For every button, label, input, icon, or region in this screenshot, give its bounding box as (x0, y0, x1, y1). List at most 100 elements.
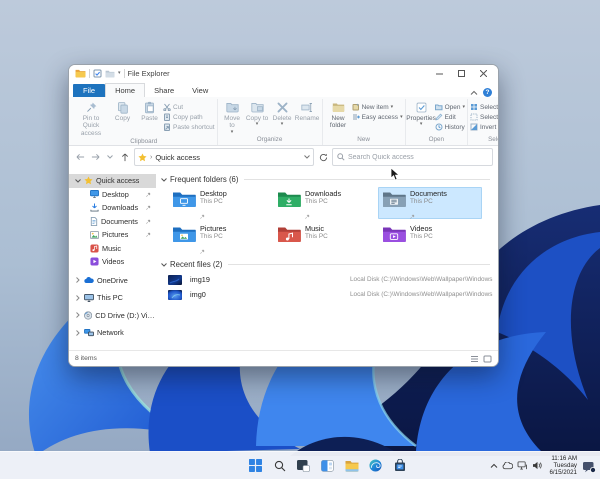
open-button[interactable]: Open ▾ (434, 102, 465, 112)
group-label-clipboard: Clipboard (130, 137, 158, 145)
taskbar-search-button[interactable] (271, 457, 288, 474)
chevron-expanded-icon[interactable] (74, 178, 81, 183)
copy-button[interactable]: Copy (109, 99, 136, 122)
tab-file[interactable]: File (73, 84, 106, 97)
pin-to-quick-access-button[interactable]: Pin to Quick access (73, 99, 109, 137)
window-controls (428, 66, 494, 81)
new-folder-button[interactable]: New folder (325, 99, 352, 130)
sidebar-item-cd-drive[interactable]: CD Drive (D:) Virtual (69, 309, 156, 323)
sidebar-item-downloads[interactable]: Downloads (69, 201, 156, 215)
file-row-img19[interactable]: img19 Local Disk (C:)\Windows\Web\Wallpa… (168, 272, 492, 287)
ribbon-group-organize: Move to ▾ Copy to ▾ Delete ▾ Rename Orga… (218, 99, 323, 145)
paste-button[interactable]: Paste (136, 99, 163, 122)
folder-tile-videos[interactable]: Videos This PC (378, 222, 482, 254)
ribbon-group-open: Properties ▾ Open ▾ Edit History Open (406, 99, 468, 145)
chevron-collapsed-icon[interactable] (75, 277, 80, 284)
task-view-button[interactable] (295, 457, 312, 474)
section-collapse-icon[interactable] (161, 177, 167, 182)
tray-overflow-chevron-icon[interactable] (490, 463, 498, 469)
search-icon (274, 460, 285, 471)
easy-access-button[interactable]: Easy access ▾ (352, 112, 403, 122)
widgets-button[interactable] (319, 457, 336, 474)
address-dropdown-icon[interactable] (304, 155, 310, 159)
folder-tile-downloads[interactable]: Downloads This PC (273, 187, 377, 219)
section-collapse-icon[interactable] (161, 262, 167, 267)
qat-properties-icon[interactable] (93, 69, 102, 78)
file-explorer-window: ▾ File Explorer File Home Share View ? P… (68, 64, 499, 367)
sidebar-item-onedrive[interactable]: OneDrive (69, 274, 156, 288)
search-input[interactable] (348, 153, 488, 161)
section-frequent-folders[interactable]: Frequent folders (6) (161, 175, 490, 184)
copy-to-button[interactable]: Copy to ▾ (245, 99, 270, 127)
properties-icon (416, 102, 426, 113)
qat-new-folder-icon[interactable] (105, 70, 115, 78)
copy-path-button[interactable]: Copy path (163, 112, 215, 122)
section-recent-files[interactable]: Recent files (2) (161, 260, 490, 269)
recent-files-list: img19 Local Disk (C:)\Windows\Web\Wallpa… (168, 272, 492, 302)
notification-center-button[interactable] (583, 460, 596, 473)
invert-selection-button[interactable]: Invert selection (470, 122, 498, 132)
sidebar-item-quick-access[interactable]: Quick access (69, 174, 156, 188)
folder-tile-music[interactable]: Music This PC (273, 222, 377, 254)
network-tray-icon[interactable] (517, 461, 528, 470)
paste-shortcut-button[interactable]: Paste shortcut (163, 122, 215, 132)
pin-icon (86, 102, 96, 112)
folder-tile-pictures[interactable]: Pictures This PC (168, 222, 272, 254)
sidebar-item-videos[interactable]: Videos (69, 255, 156, 269)
copy-to-icon (250, 103, 264, 113)
forward-button[interactable] (89, 150, 101, 164)
back-button[interactable] (74, 150, 86, 164)
sidebar-item-pictures[interactable]: Pictures (69, 228, 156, 242)
minimize-button[interactable] (428, 66, 450, 81)
refresh-button[interactable] (317, 150, 329, 164)
file-row-img0[interactable]: img0 Local Disk (C:)\Windows\Web\Wallpap… (168, 287, 492, 302)
move-to-button[interactable]: Move to ▾ (220, 99, 245, 135)
close-button[interactable] (472, 66, 494, 81)
chevron-collapsed-icon[interactable] (75, 312, 80, 319)
edge-button[interactable] (367, 457, 384, 474)
tab-home[interactable]: Home (105, 83, 146, 97)
new-item-icon (352, 103, 359, 111)
large-icons-view-icon[interactable] (483, 355, 492, 363)
recent-locations-button[interactable] (104, 150, 116, 164)
tab-share[interactable]: Share (145, 84, 183, 97)
search-box[interactable] (332, 148, 493, 166)
history-button[interactable]: History (435, 122, 465, 132)
item-count: 8 items (75, 355, 97, 362)
chevron-collapsed-icon[interactable] (75, 294, 80, 301)
sidebar-item-desktop[interactable]: Desktop (69, 188, 156, 202)
taskbar-clock[interactable]: 11:16 AM Tuesday 6/15/2021 (547, 455, 579, 477)
onedrive-tray-icon[interactable] (502, 461, 514, 470)
maximize-button[interactable] (450, 66, 472, 81)
cut-button[interactable]: Cut (163, 102, 215, 112)
sidebar-item-this-pc[interactable]: This PC (69, 291, 156, 305)
address-bar[interactable]: › Quick access (134, 148, 314, 166)
volume-tray-icon[interactable] (532, 461, 543, 470)
edit-button[interactable]: Edit (435, 112, 465, 122)
select-all-button[interactable]: Select all (470, 102, 498, 112)
properties-button[interactable]: Properties ▾ (406, 99, 436, 127)
taskbar-file-explorer-button[interactable] (343, 457, 360, 474)
chevron-collapsed-icon[interactable] (75, 329, 80, 336)
help-icon[interactable]: ? (483, 88, 492, 97)
qat-customize-caret-icon[interactable]: ▾ (118, 71, 121, 76)
breadcrumb-location[interactable]: Quick access (155, 153, 200, 162)
details-view-icon[interactable] (470, 355, 479, 363)
start-button[interactable] (247, 457, 264, 474)
tab-view[interactable]: View (183, 84, 217, 97)
up-button[interactable] (119, 150, 131, 164)
ribbon-right-controls: ? (470, 88, 494, 97)
new-item-button[interactable]: New item ▾ (352, 102, 403, 112)
pin-icon (410, 214, 415, 219)
rename-button[interactable]: Rename (295, 99, 320, 122)
folder-tile-documents[interactable]: Documents This PC (378, 187, 482, 219)
sidebar-item-music[interactable]: Music (69, 242, 156, 256)
collapse-ribbon-icon[interactable] (470, 90, 478, 96)
folder-tile-desktop[interactable]: Desktop This PC (168, 187, 272, 219)
store-button[interactable] (391, 457, 408, 474)
delete-button[interactable]: Delete ▾ (270, 99, 295, 127)
sidebar-item-documents[interactable]: Documents (69, 215, 156, 229)
select-none-button[interactable]: Select none (470, 112, 498, 122)
sidebar-item-network[interactable]: Network (69, 326, 156, 340)
title-bar[interactable]: ▾ File Explorer (69, 65, 498, 82)
